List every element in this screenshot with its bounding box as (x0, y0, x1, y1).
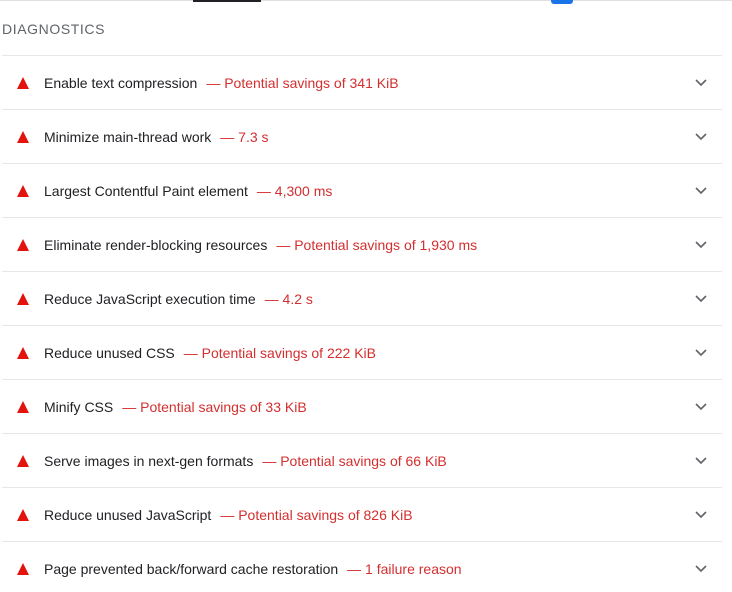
warning-triangle-icon (16, 76, 30, 90)
audit-row-lcp-element[interactable]: Largest Contentful Paint element — 4,300… (2, 164, 722, 218)
audit-title: Minify CSS (44, 398, 114, 415)
audit-title: Enable text compression (44, 74, 198, 91)
chevron-down-icon[interactable] (694, 76, 708, 90)
audit-row-bfcache[interactable]: Page prevented back/forward cache restor… (2, 542, 722, 592)
audit-title: Largest Contentful Paint element (44, 182, 248, 199)
section-title: DIAGNOSTICS (2, 21, 106, 37)
warning-triangle-icon (16, 454, 30, 468)
audit-title: Reduce unused JavaScript (44, 506, 212, 523)
audit-value: — Potential savings of 66 KiB (262, 452, 447, 469)
audit-value: — Potential savings of 1,930 ms (276, 236, 478, 253)
audit-value: — 4.2 s (264, 290, 313, 307)
warning-triangle-icon (16, 130, 30, 144)
audit-row-unused-css[interactable]: Reduce unused CSS — Potential savings of… (2, 326, 722, 380)
audit-row-main-thread[interactable]: Minimize main-thread work — 7.3 s (2, 110, 722, 164)
audit-row-unused-js[interactable]: Reduce unused JavaScript — Potential sav… (2, 488, 722, 542)
audit-row-minify-css[interactable]: Minify CSS — Potential savings of 33 KiB (2, 380, 722, 434)
warning-triangle-icon (16, 238, 30, 252)
audit-row-next-gen-images[interactable]: Serve images in next-gen formats — Poten… (2, 434, 722, 488)
chevron-down-icon[interactable] (694, 292, 708, 306)
audit-value: — Potential savings of 341 KiB (206, 74, 399, 91)
audit-value: — Potential savings of 33 KiB (122, 398, 307, 415)
audit-value: — Potential savings of 222 KiB (183, 344, 376, 361)
warning-triangle-icon (16, 184, 30, 198)
diagnostics-panel: DIAGNOSTICS Enable text compression — Po… (0, 0, 732, 592)
audit-row-render-blocking[interactable]: Eliminate render-blocking resources — Po… (2, 218, 722, 272)
chevron-down-icon[interactable] (694, 562, 708, 576)
audit-title: Minimize main-thread work (44, 128, 212, 145)
chevron-down-icon[interactable] (694, 508, 708, 522)
warning-triangle-icon (16, 508, 30, 522)
audit-title: Reduce JavaScript execution time (44, 290, 256, 307)
audit-value: — 7.3 s (220, 128, 269, 145)
audit-list: Enable text compression — Potential savi… (2, 55, 722, 592)
toggle-edge[interactable] (551, 0, 573, 4)
audit-title: Reduce unused CSS (44, 344, 175, 361)
audit-title: Page prevented back/forward cache restor… (44, 560, 339, 577)
chevron-down-icon[interactable] (694, 454, 708, 468)
active-tab-indicator (193, 0, 261, 2)
chevron-down-icon[interactable] (694, 346, 708, 360)
chevron-down-icon[interactable] (694, 400, 708, 414)
chevron-down-icon[interactable] (694, 130, 708, 144)
audit-value: — Potential savings of 826 KiB (220, 506, 413, 523)
audit-value: — 4,300 ms (256, 182, 333, 199)
warning-triangle-icon (16, 346, 30, 360)
audit-title: Eliminate render-blocking resources (44, 236, 268, 253)
chevron-down-icon[interactable] (694, 184, 708, 198)
chevron-down-icon[interactable] (694, 238, 708, 252)
warning-triangle-icon (16, 292, 30, 306)
top-divider (0, 0, 732, 1)
audit-row-text-compression[interactable]: Enable text compression — Potential savi… (2, 56, 722, 110)
warning-triangle-icon (16, 400, 30, 414)
audit-row-js-execution[interactable]: Reduce JavaScript execution time — 4.2 s (2, 272, 722, 326)
audit-value: — 1 failure reason (347, 560, 462, 577)
warning-triangle-icon (16, 562, 30, 576)
audit-title: Serve images in next-gen formats (44, 452, 254, 469)
